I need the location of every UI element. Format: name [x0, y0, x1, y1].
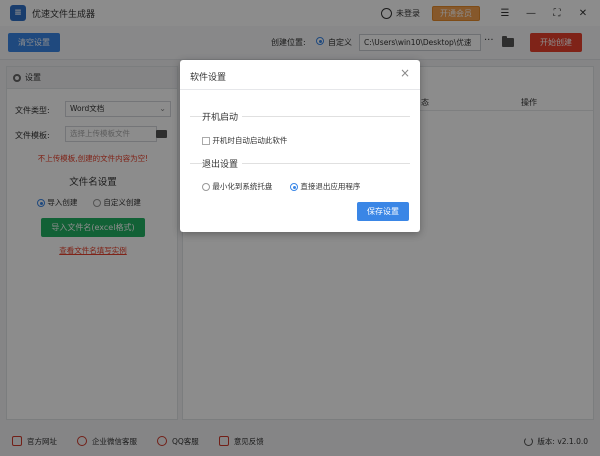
exit-group-title: 退出设置	[202, 157, 243, 170]
auto-start-label: 开机时自动启动此软件	[212, 136, 288, 145]
software-settings-dialog: 软件设置 × 开机启动 开机时自动启动此软件 退出设置 最小化到系统托盘 直接退…	[180, 60, 420, 232]
quit-app-label: 直接退出应用程序	[300, 182, 361, 191]
auto-start-checkbox[interactable]	[202, 137, 210, 145]
startup-group-title: 开机启动	[202, 110, 243, 123]
minimize-to-tray-option[interactable]: 最小化到系统托盘	[202, 181, 272, 192]
quit-app-option[interactable]: 直接退出应用程序	[290, 181, 360, 192]
auto-start-option[interactable]: 开机时自动启动此软件	[202, 135, 287, 146]
minimize-to-tray-label: 最小化到系统托盘	[212, 182, 273, 191]
save-settings-button[interactable]: 保存设置	[357, 202, 409, 221]
dialog-divider	[180, 89, 420, 90]
quit-app-radio[interactable]	[290, 183, 298, 191]
dialog-title: 软件设置	[190, 73, 227, 83]
dialog-close-icon[interactable]: ×	[400, 66, 410, 80]
minimize-to-tray-radio[interactable]	[202, 183, 210, 191]
